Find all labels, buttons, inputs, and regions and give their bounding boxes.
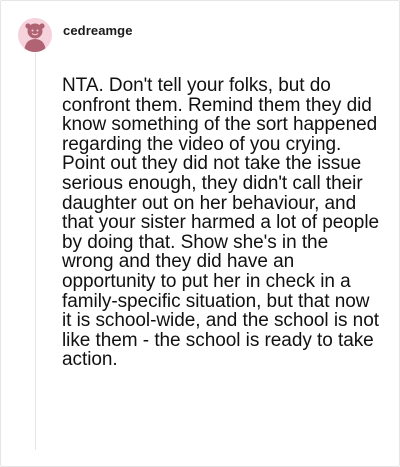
comment-username[interactable]: cedreamge: [63, 23, 133, 38]
avatar[interactable]: [18, 18, 52, 52]
comment-card: cedreamge NTA. Don't tell your folks, bu…: [0, 0, 400, 467]
smiling-figure-avatar-icon: [18, 18, 52, 52]
comment-body: NTA. Don't tell your folks, but do confr…: [62, 75, 380, 371]
thread-line: [35, 53, 36, 450]
comment-header: cedreamge: [18, 18, 133, 52]
